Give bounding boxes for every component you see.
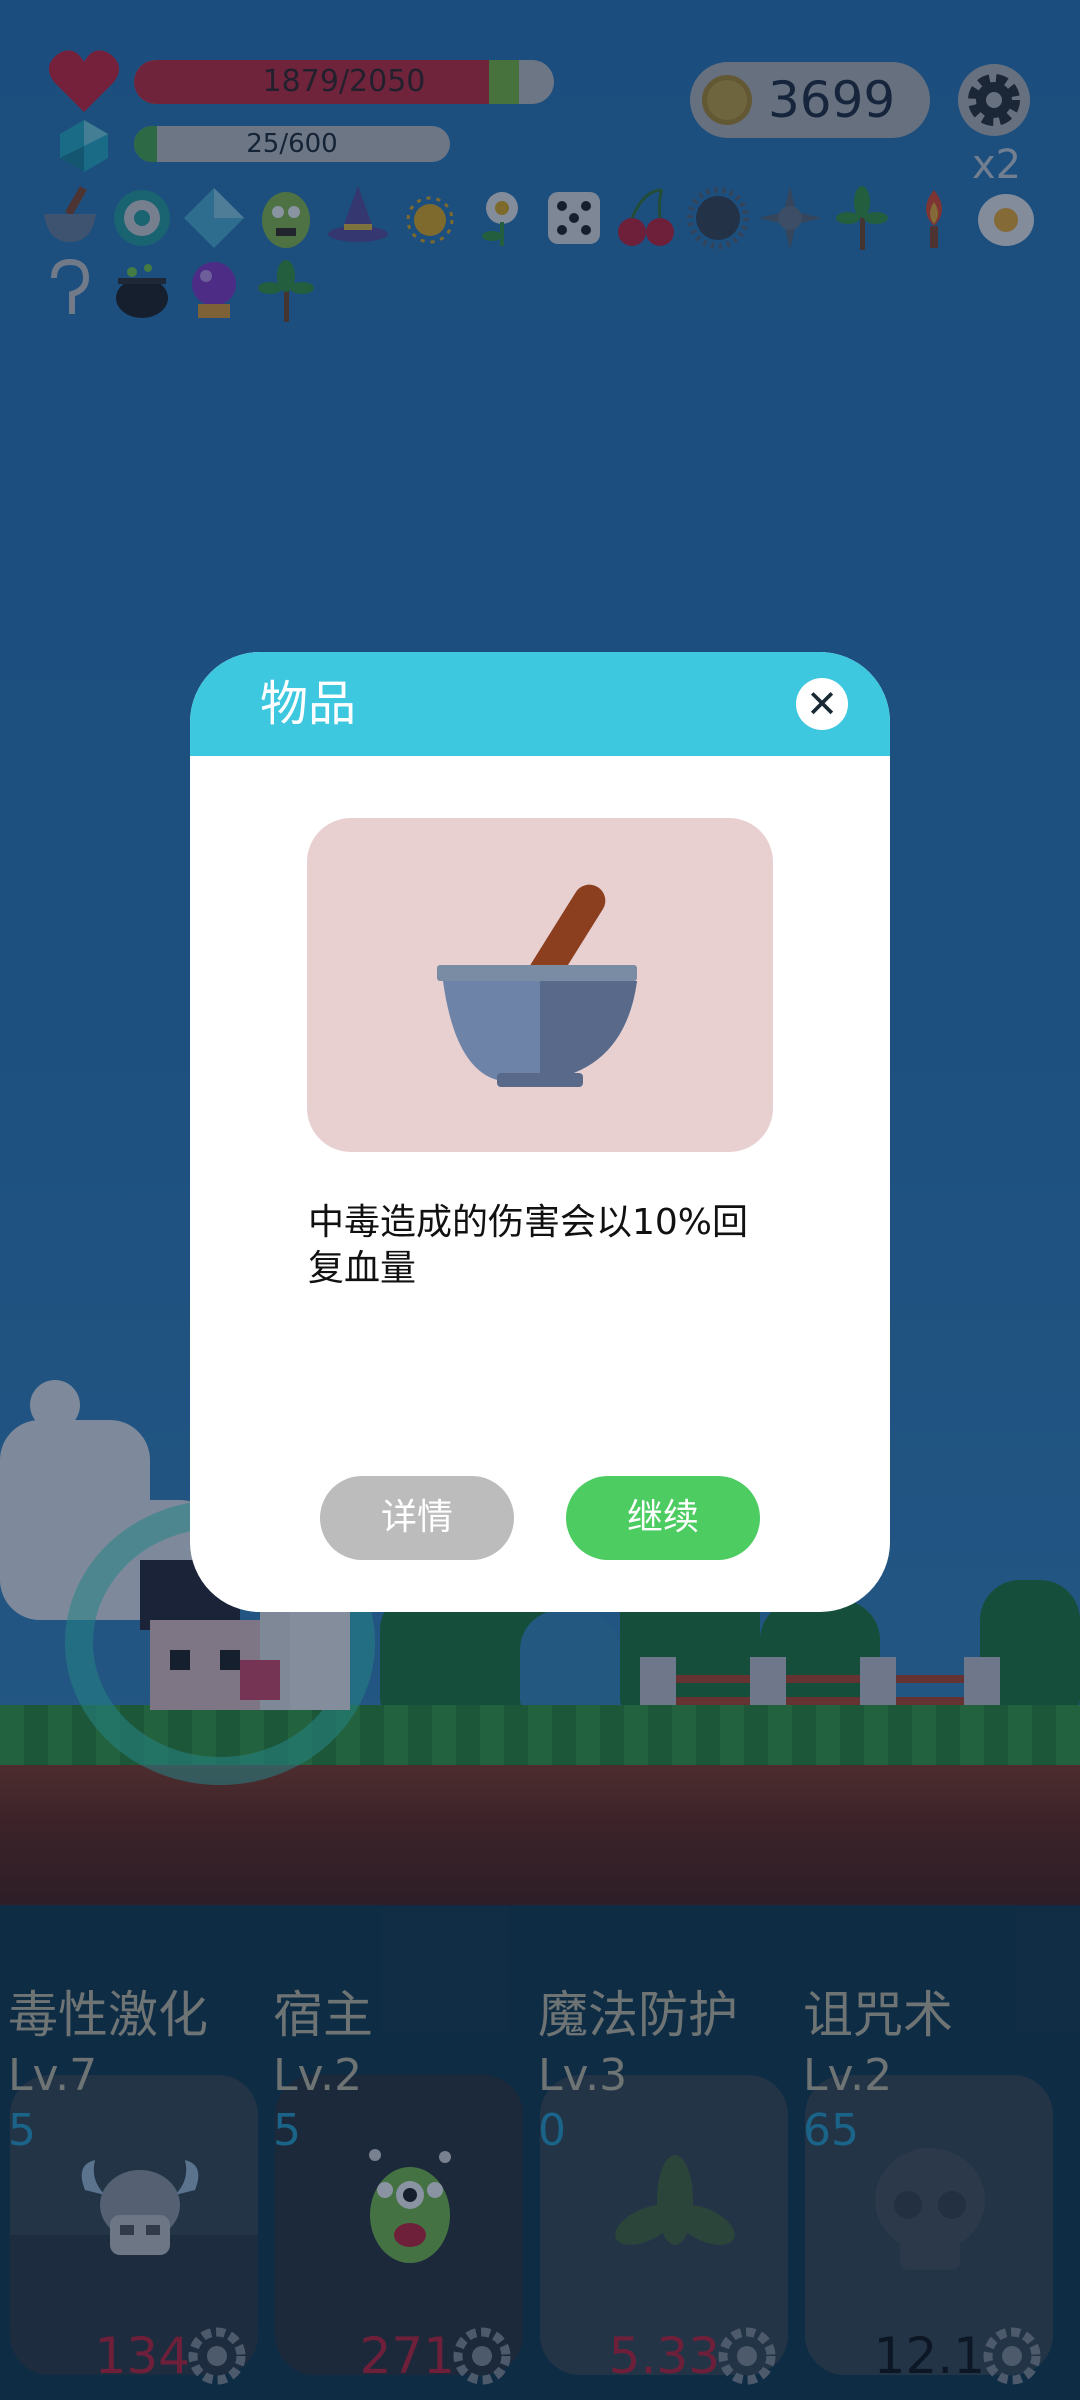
close-button[interactable]: ✕: [796, 678, 848, 730]
item-description: 中毒造成的伤害会以10%回复血量: [308, 1202, 749, 1289]
mortar-pestle-icon: [437, 884, 637, 1087]
close-icon: ✕: [806, 682, 838, 726]
item-art: [307, 818, 773, 1152]
dialog-title: 物品: [260, 676, 357, 732]
item-dialog: 物品 ✕ 中毒造成的伤害会以10%回复血量 详情 继续: [190, 652, 890, 1612]
continue-button[interactable]: 继续: [566, 1476, 760, 1560]
detail-button[interactable]: 详情: [320, 1476, 514, 1560]
dialog-header: 物品 ✕: [190, 652, 890, 756]
